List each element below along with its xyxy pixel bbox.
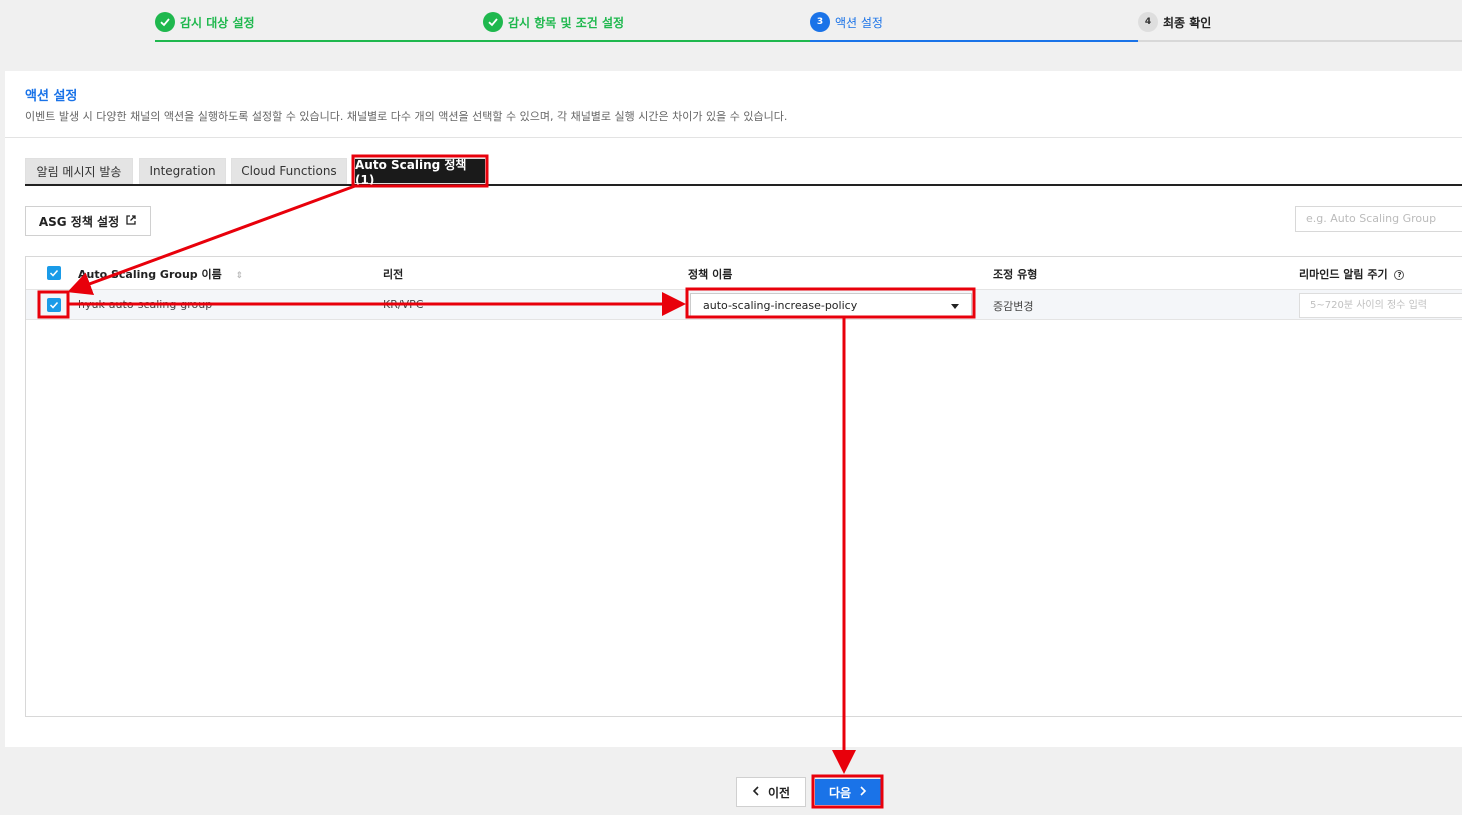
action-tabs: 알림 메시지 발송 Integration Cloud Functions Au… xyxy=(25,157,1462,187)
policy-select-value: auto-scaling-increase-policy xyxy=(703,299,858,312)
action-settings-panel: 액션 설정 이벤트 발생 시 다양한 채널의 액션을 실행하도록 설정할 수 있… xyxy=(5,71,1462,747)
step-label: 액션 설정 xyxy=(835,16,883,30)
asg-table: Auto Scaling Group 이름 ⇕ 리전 정책 이름 조정 유형 리… xyxy=(25,256,1462,717)
prev-button-label: 이전 xyxy=(767,785,791,800)
adjust-type-cell: 증감변경 xyxy=(993,300,1034,313)
row-checkbox[interactable] xyxy=(47,298,61,312)
step-1: 감시 대상 설정 xyxy=(155,0,483,42)
caret-down-icon xyxy=(951,304,959,309)
step-3: 3 액션 설정 xyxy=(810,0,1138,42)
search-input[interactable]: e.g. Auto Scaling Group xyxy=(1295,206,1462,232)
section-title: 액션 설정 xyxy=(25,89,78,104)
tab-auto-scaling-policy[interactable]: Auto Scaling 정책(1) xyxy=(354,158,486,187)
chevron-right-icon xyxy=(859,785,867,799)
column-header-adjust-type: 조정 유형 xyxy=(993,268,1038,281)
column-header-policy-name: 정책 이름 xyxy=(688,268,733,281)
column-header-group-name[interactable]: Auto Scaling Group 이름 ⇕ xyxy=(78,266,243,282)
region-cell: KR/VPC xyxy=(383,298,424,311)
tab-alert-message[interactable]: 알림 메시지 발송 xyxy=(25,158,133,184)
tab-integration[interactable]: Integration xyxy=(139,158,226,184)
stepper: 감시 대상 설정 감시 항목 및 조건 설정 3 액션 설정 4 최종 확인 xyxy=(155,0,1462,42)
chevron-left-icon xyxy=(752,785,760,799)
section-description: 이벤트 발생 시 다양한 채널의 액션을 실행하도록 설정할 수 있습니다. 채… xyxy=(25,110,788,123)
divider xyxy=(5,137,1462,138)
check-icon xyxy=(155,12,175,32)
step-2: 감시 항목 및 조건 설정 xyxy=(483,0,810,42)
step-number: 4 xyxy=(1138,12,1158,32)
step-label: 감시 대상 설정 xyxy=(180,16,255,30)
group-name-cell: hyuk-auto-scaling-group xyxy=(78,298,213,311)
table-row[interactable]: hyuk-auto-scaling-group KR/VPC auto-scal… xyxy=(26,289,1462,320)
asg-button-label: ASG 정책 설정 xyxy=(38,214,120,229)
column-header-region: 리전 xyxy=(383,268,404,281)
table-header: Auto Scaling Group 이름 ⇕ 리전 정책 이름 조정 유형 리… xyxy=(26,257,1462,289)
prev-button[interactable]: 이전 xyxy=(736,777,806,807)
help-icon[interactable]: ? xyxy=(1394,270,1405,280)
select-all-checkbox[interactable] xyxy=(47,266,61,280)
next-button-label: 다음 xyxy=(828,785,852,800)
external-link-icon xyxy=(125,214,137,229)
policy-select[interactable]: auto-scaling-increase-policy xyxy=(690,293,972,318)
tab-cloud-functions[interactable]: Cloud Functions xyxy=(231,158,347,184)
next-button[interactable]: 다음 xyxy=(815,779,881,805)
step-4: 4 최종 확인 xyxy=(1138,0,1462,42)
asg-policy-settings-button[interactable]: ASG 정책 설정 xyxy=(25,206,151,236)
step-number: 3 xyxy=(810,12,830,32)
sort-icon[interactable]: ⇕ xyxy=(236,271,244,281)
column-header-remind-interval: 리마인드 알림 주기 ? xyxy=(1299,266,1405,282)
step-label: 최종 확인 xyxy=(1163,16,1212,30)
remind-interval-input[interactable]: 5~720분 사이의 정수 입력 xyxy=(1299,293,1462,318)
check-icon xyxy=(483,12,503,32)
step-label: 감시 항목 및 조건 설정 xyxy=(508,16,625,30)
